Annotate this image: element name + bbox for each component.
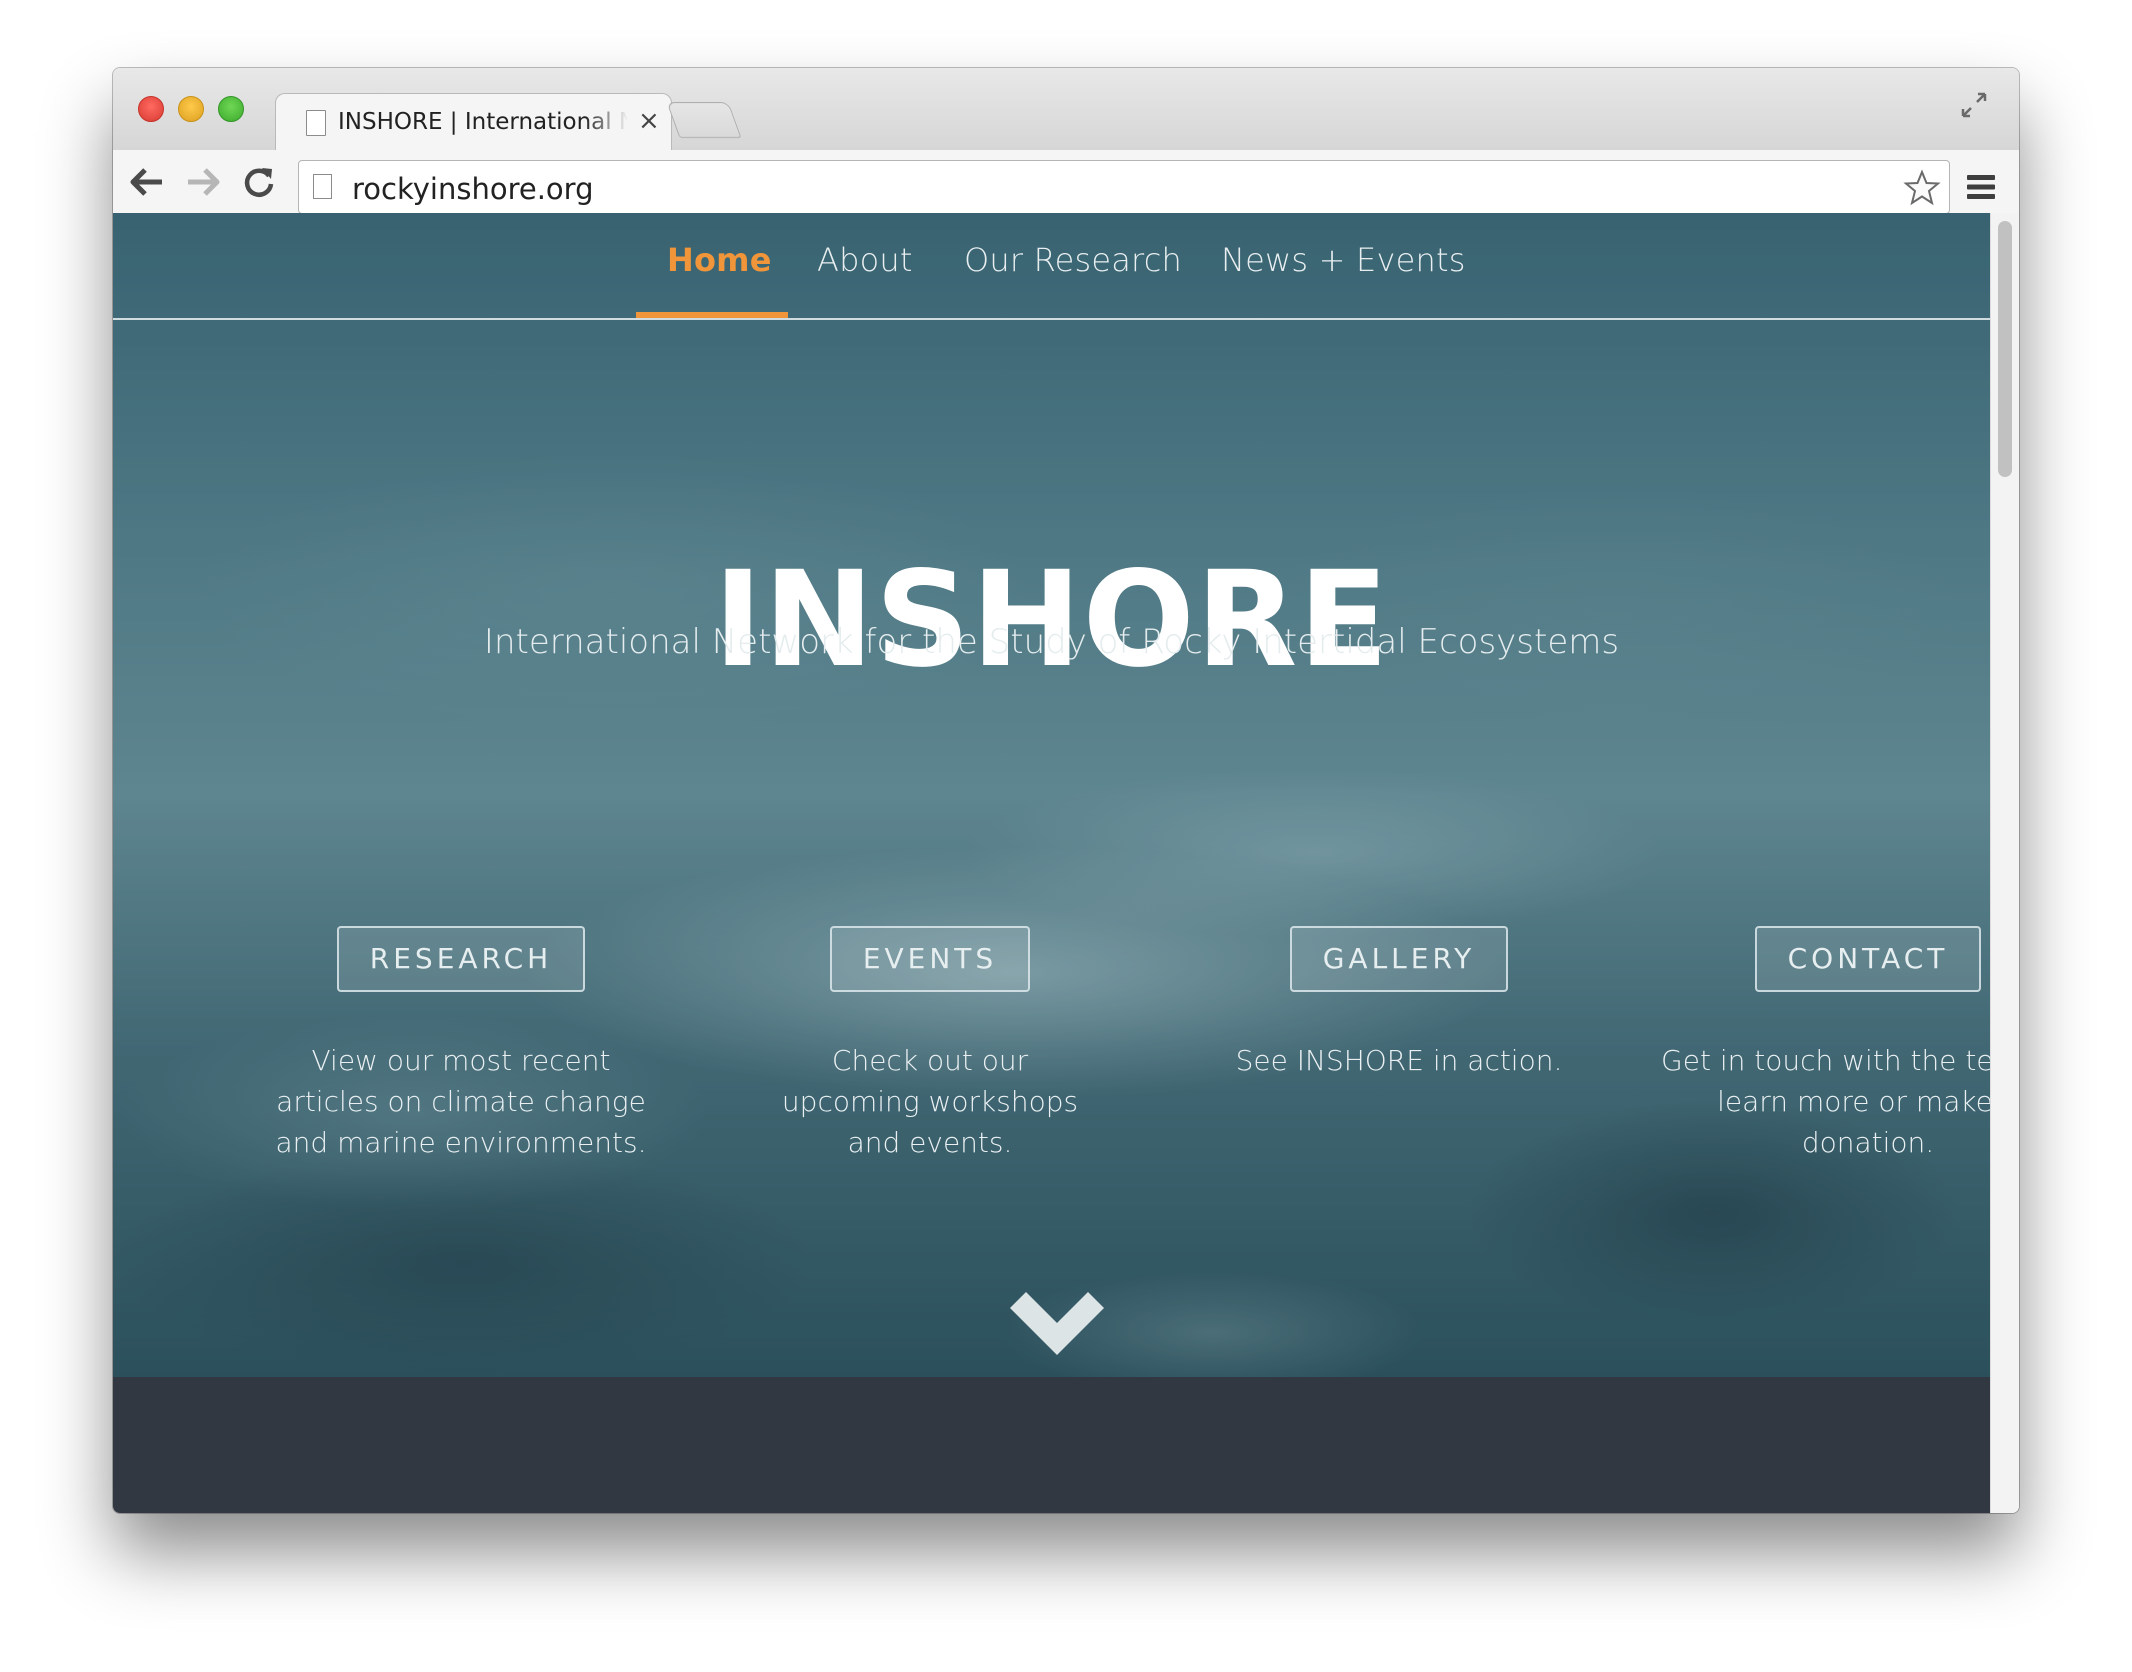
browser-tab-active[interactable]: INSHORE | International Network for the …: [275, 93, 672, 152]
chevron-down-icon[interactable]: [1010, 1292, 1104, 1358]
tab-close-icon[interactable]: ×: [638, 106, 660, 136]
content-section-dark: [113, 1377, 1990, 1513]
vertical-scrollbar[interactable]: [1990, 213, 2019, 1513]
feature-events: EVENTS Check out our upcoming workshops …: [710, 926, 1150, 1163]
nav-home[interactable]: Home: [667, 241, 772, 279]
tab-bar: INSHORE | International Network for the …: [113, 68, 2019, 152]
feature-contact: CONTACT Get in touch with the team to le…: [1648, 926, 1990, 1163]
menu-icon[interactable]: [1965, 172, 1997, 202]
new-tab-button[interactable]: [666, 102, 742, 138]
hero-section: Home About Our Research News + Events IN…: [113, 213, 1990, 1377]
forward-arrow-icon: [188, 168, 220, 196]
feature-description: View our most recent articles on climate…: [275, 1044, 647, 1159]
fullscreen-icon[interactable]: [1959, 90, 1989, 120]
scrollbar-thumb[interactable]: [1998, 221, 2012, 477]
page-icon: [313, 174, 332, 199]
site-navigation: Home About Our Research News + Events: [113, 213, 1990, 320]
zoom-window-button[interactable]: [218, 96, 244, 122]
feature-description: Check out our upcoming workshops and eve…: [781, 1044, 1079, 1159]
back-button[interactable]: [127, 162, 167, 202]
address-bar-url[interactable]: rockyinshore.org: [352, 172, 593, 206]
nav-about[interactable]: About: [817, 241, 913, 279]
minimize-window-button[interactable]: [178, 96, 204, 122]
back-arrow-icon: [130, 168, 162, 196]
close-window-button[interactable]: [138, 96, 164, 122]
address-bar[interactable]: rockyinshore.org: [298, 160, 1950, 214]
nav-active-indicator: [636, 312, 788, 318]
feature-gallery: GALLERY See INSHORE in action.: [1179, 926, 1619, 1081]
page-viewport: Home About Our Research News + Events IN…: [113, 213, 1990, 1513]
reload-button[interactable]: [239, 162, 279, 202]
gallery-button[interactable]: GALLERY: [1289, 926, 1509, 992]
star-icon[interactable]: [1903, 169, 1941, 207]
feature-description: Get in touch with the team to learn more…: [1661, 1044, 1990, 1159]
browser-window: INSHORE | International Network for the …: [113, 68, 2019, 1513]
nav-news-events[interactable]: News + Events: [1221, 241, 1466, 279]
reload-icon: [244, 168, 274, 197]
nav-our-research[interactable]: Our Research: [964, 241, 1182, 279]
tab-title: INSHORE | International Network for the …: [338, 109, 628, 135]
forward-button[interactable]: [183, 162, 223, 202]
events-button[interactable]: EVENTS: [829, 926, 1031, 992]
contact-button[interactable]: CONTACT: [1754, 926, 1982, 992]
hero-title: INSHORE: [713, 543, 1390, 697]
feature-description: See INSHORE in action.: [1235, 1044, 1563, 1077]
feature-research: RESEARCH View our most recent articles o…: [241, 926, 681, 1163]
research-button[interactable]: RESEARCH: [336, 926, 586, 992]
hero-subtitle: International Network for the Study of R…: [483, 622, 1620, 662]
page-icon: [306, 110, 326, 136]
